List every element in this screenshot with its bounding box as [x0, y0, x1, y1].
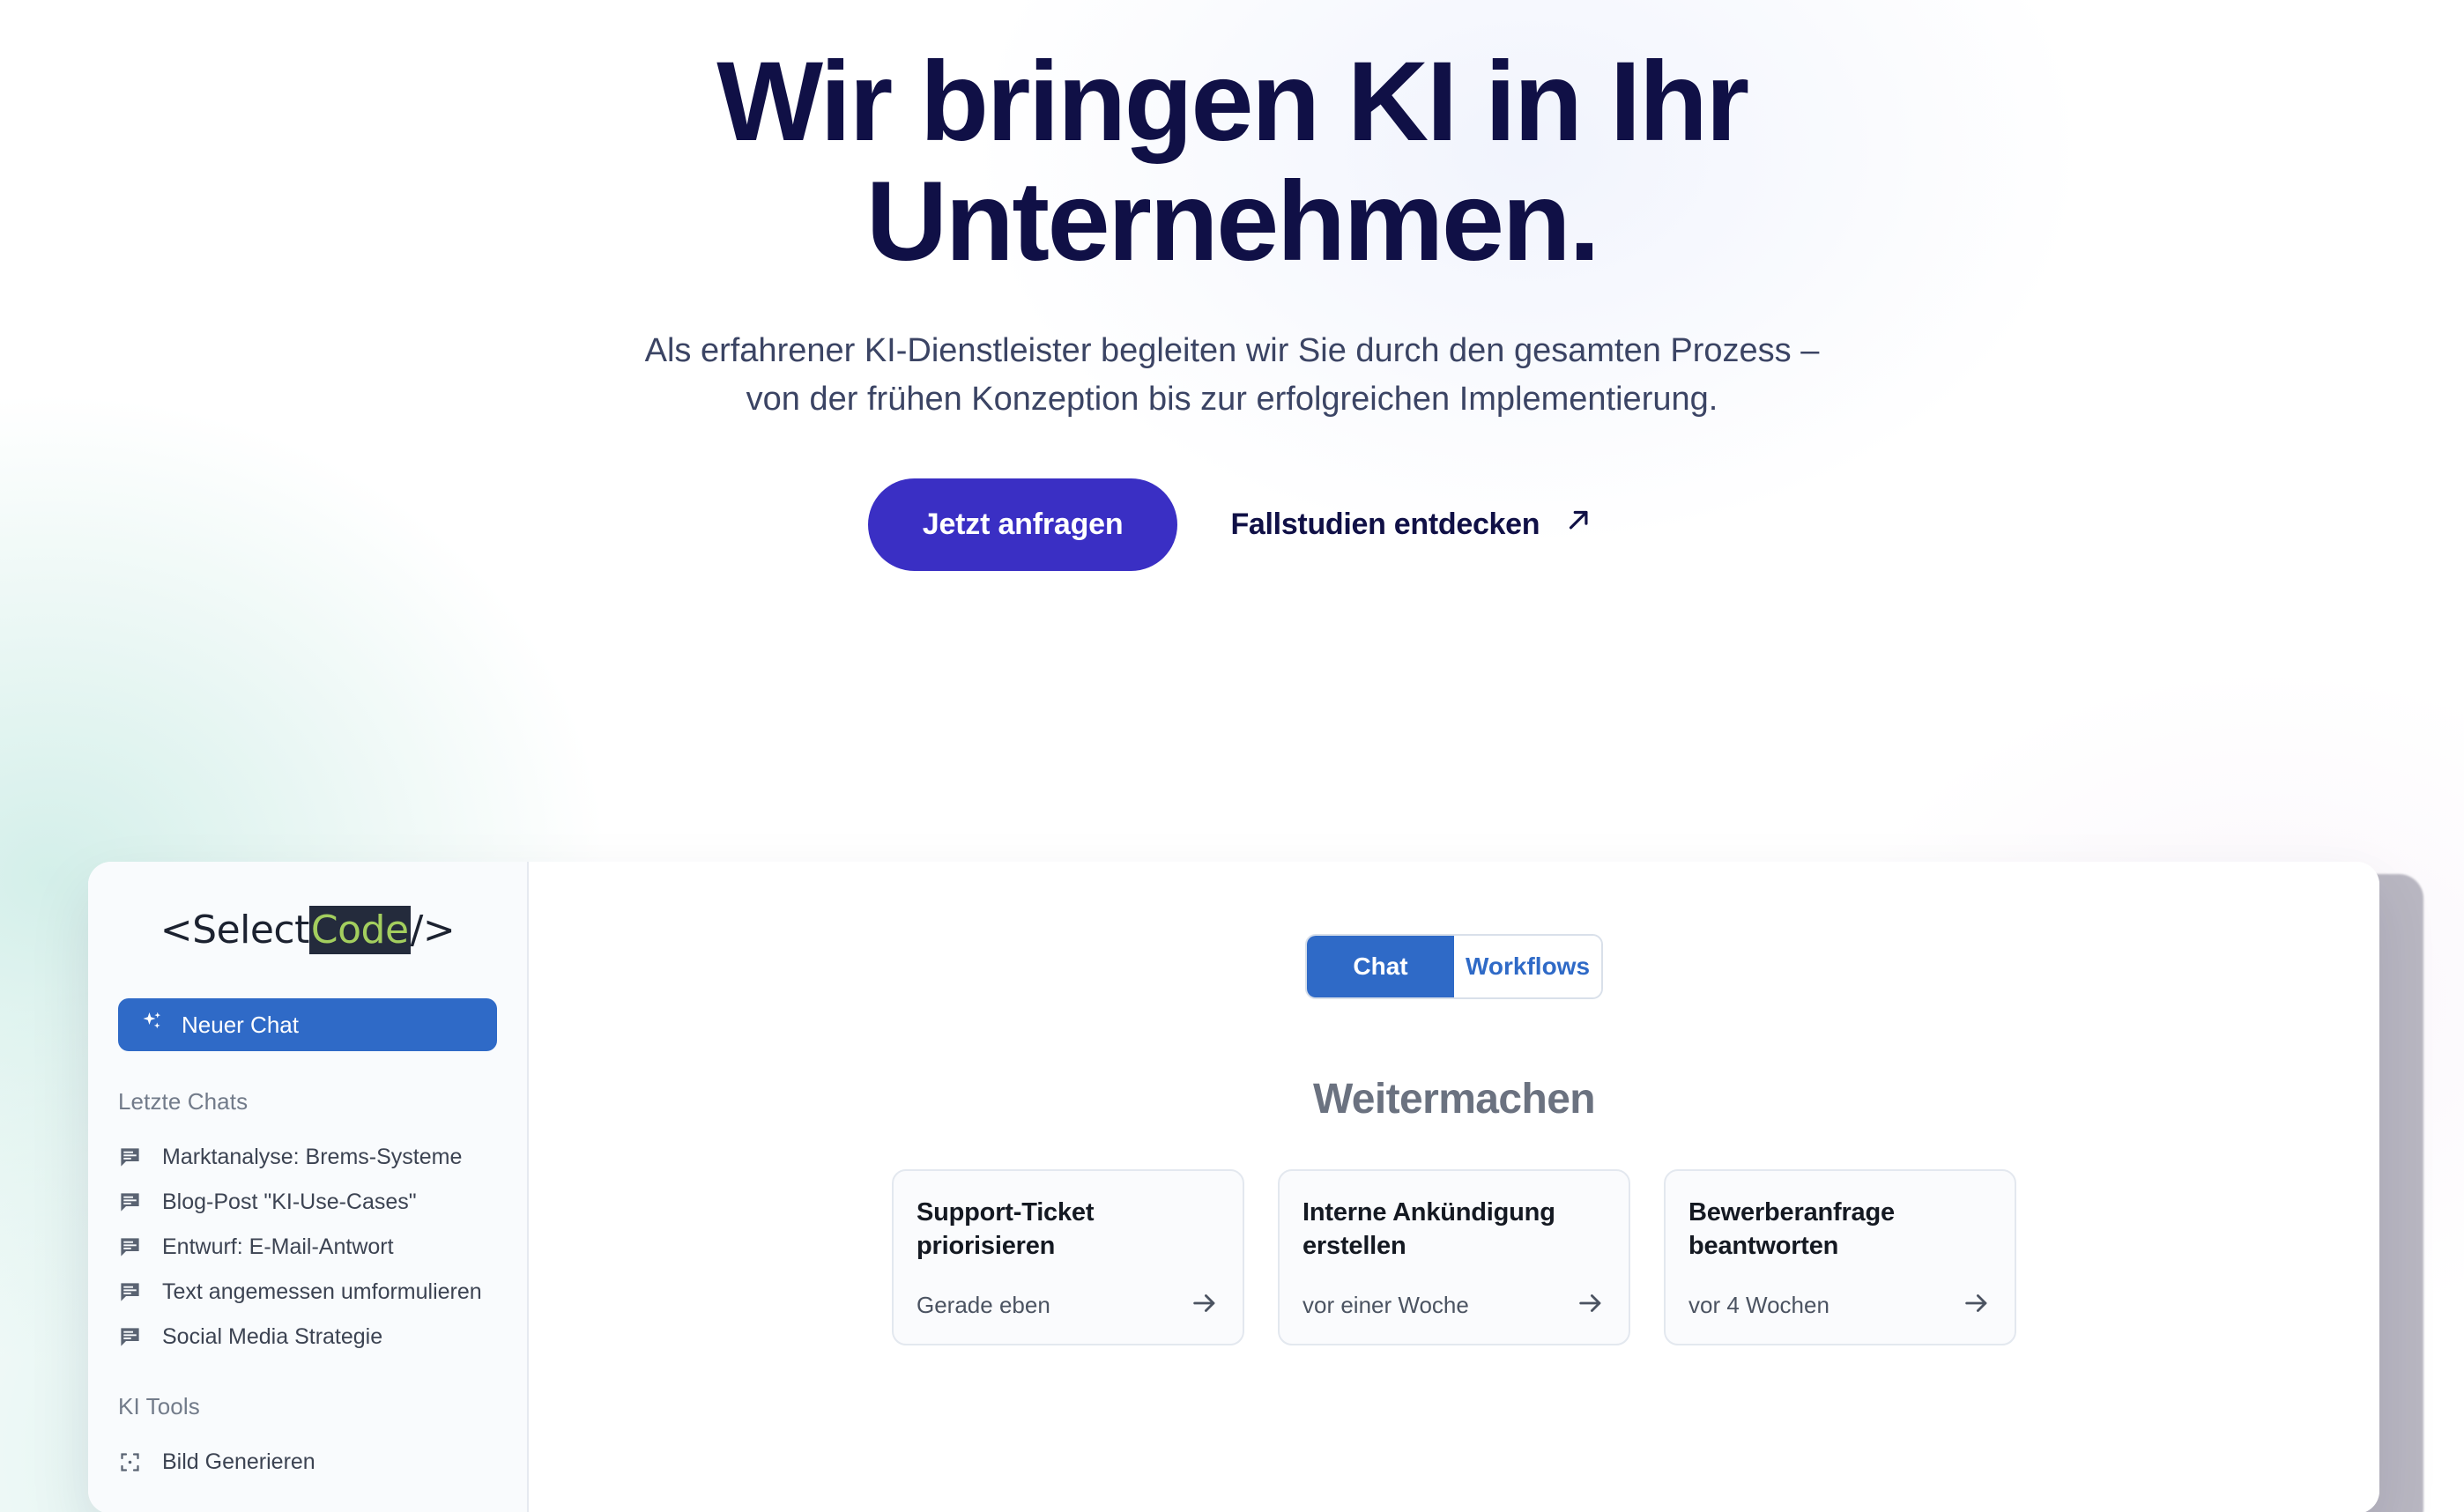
logo-highlight: Code — [308, 906, 411, 954]
chat-bubble-icon — [118, 1145, 145, 1169]
app-main-area: Chat Workflows Weitermachen Support-Tick… — [529, 862, 2379, 1512]
tab-workflows[interactable]: Workflows — [1454, 936, 1601, 997]
sparkle-icon — [139, 1009, 166, 1041]
list-item[interactable]: Entwurf: E-Mail-Antwort — [118, 1225, 497, 1270]
app-preview-window: <SelectCode/> Neuer Chat Letzte Chats Ma… — [88, 862, 2423, 1512]
card-timestamp: vor einer Woche — [1303, 1292, 1469, 1318]
arrow-right-icon[interactable] — [1190, 1288, 1220, 1323]
continue-section-heading: Weitermachen — [1312, 1076, 1596, 1123]
card-title: Support-Ticket priorisieren — [917, 1198, 1095, 1261]
arrow-up-right-icon — [1562, 504, 1596, 545]
list-item-label: Bild Generieren — [162, 1449, 315, 1474]
new-chat-button[interactable]: Neuer Chat — [118, 998, 497, 1051]
recent-chats-list: Marktanalyse: Brems-Systeme Blog-Post "K… — [118, 1135, 497, 1360]
card-title: Interne Ankündigung erstellen — [1303, 1198, 1555, 1261]
logo-suffix: /> — [410, 908, 456, 952]
explore-case-studies-link[interactable]: Fallstudien entdecken — [1230, 504, 1596, 545]
list-item[interactable]: Bild Generieren — [118, 1440, 497, 1485]
app-window: <SelectCode/> Neuer Chat Letzte Chats Ma… — [88, 862, 2379, 1512]
hero-subtitle: Als erfahrener KI-Dienstleister begleite… — [562, 327, 1902, 423]
app-logo: <SelectCode/> — [118, 862, 497, 954]
hero-title-line-2: Unternehmen. — [865, 158, 1600, 285]
list-item-label: Blog-Post "KI-Use-Cases" — [162, 1190, 417, 1214]
list-item-label: Entwurf: E-Mail-Antwort — [162, 1234, 394, 1259]
list-item[interactable]: Social Media Strategie — [118, 1315, 497, 1360]
hero-title-line-1: Wir bringen KI in Ihr — [716, 39, 1749, 165]
arrow-right-icon[interactable] — [1962, 1288, 1992, 1323]
list-item-label: Social Media Strategie — [162, 1324, 383, 1349]
list-item-label: Marktanalyse: Brems-Systeme — [162, 1145, 463, 1169]
chat-bubble-icon — [118, 1235, 145, 1259]
hero-subtitle-line-2: von der frühen Konzeption bis zur erfolg… — [746, 381, 1718, 419]
hero-subtitle-line-1: Als erfahrener KI-Dienstleister begleite… — [644, 332, 1820, 370]
list-item-label: Text angemessen umformulieren — [162, 1279, 482, 1304]
list-item[interactable]: Text angemessen umformulieren — [118, 1270, 497, 1315]
app-sidebar: <SelectCode/> Neuer Chat Letzte Chats Ma… — [88, 862, 529, 1512]
continue-card[interactable]: Interne Ankündigung erstellen vor einer … — [1278, 1169, 1630, 1345]
hero-section: Wir bringen KI in Ihr Unternehmen. Als e… — [0, 0, 2464, 571]
recent-chats-heading: Letzte Chats — [118, 1088, 249, 1115]
tab-chat[interactable]: Chat — [1307, 936, 1454, 997]
chat-bubble-icon — [118, 1325, 145, 1349]
card-footer: vor 4 Wochen — [1688, 1288, 1992, 1323]
new-chat-label: Neuer Chat — [182, 1011, 299, 1038]
list-item[interactable]: Blog-Post "KI-Use-Cases" — [118, 1180, 497, 1225]
hero-actions: Jetzt anfragen Fallstudien entdecken — [0, 478, 2464, 571]
ki-tools-heading: KI Tools — [118, 1393, 200, 1419]
continue-card[interactable]: Support-Ticket priorisieren Gerade eben — [892, 1169, 1244, 1345]
page-title: Wir bringen KI in Ihr Unternehmen. — [545, 42, 1919, 281]
view-tabs: Chat Workflows — [1305, 934, 1603, 999]
chat-bubble-icon — [118, 1190, 145, 1214]
chat-bubble-icon — [118, 1280, 145, 1304]
continue-card[interactable]: Bewerberanfrage beantworten vor 4 Wochen — [1664, 1169, 2016, 1345]
explore-case-studies-label: Fallstudien entdecken — [1230, 507, 1540, 541]
request-now-button[interactable]: Jetzt anfragen — [867, 478, 1178, 571]
card-footer: Gerade eben — [917, 1288, 1220, 1323]
continue-cards: Support-Ticket priorisieren Gerade eben … — [529, 1169, 2379, 1345]
logo-prefix: <Select — [160, 908, 310, 952]
card-footer: vor einer Woche — [1303, 1288, 1606, 1323]
image-icon — [118, 1450, 145, 1474]
arrow-right-icon[interactable] — [1576, 1288, 1606, 1323]
card-timestamp: vor 4 Wochen — [1688, 1292, 1829, 1318]
card-timestamp: Gerade eben — [917, 1292, 1050, 1318]
ki-tools-list: Bild Generieren — [118, 1440, 497, 1485]
card-title: Bewerberanfrage beantworten — [1688, 1198, 1895, 1261]
list-item[interactable]: Marktanalyse: Brems-Systeme — [118, 1135, 497, 1180]
